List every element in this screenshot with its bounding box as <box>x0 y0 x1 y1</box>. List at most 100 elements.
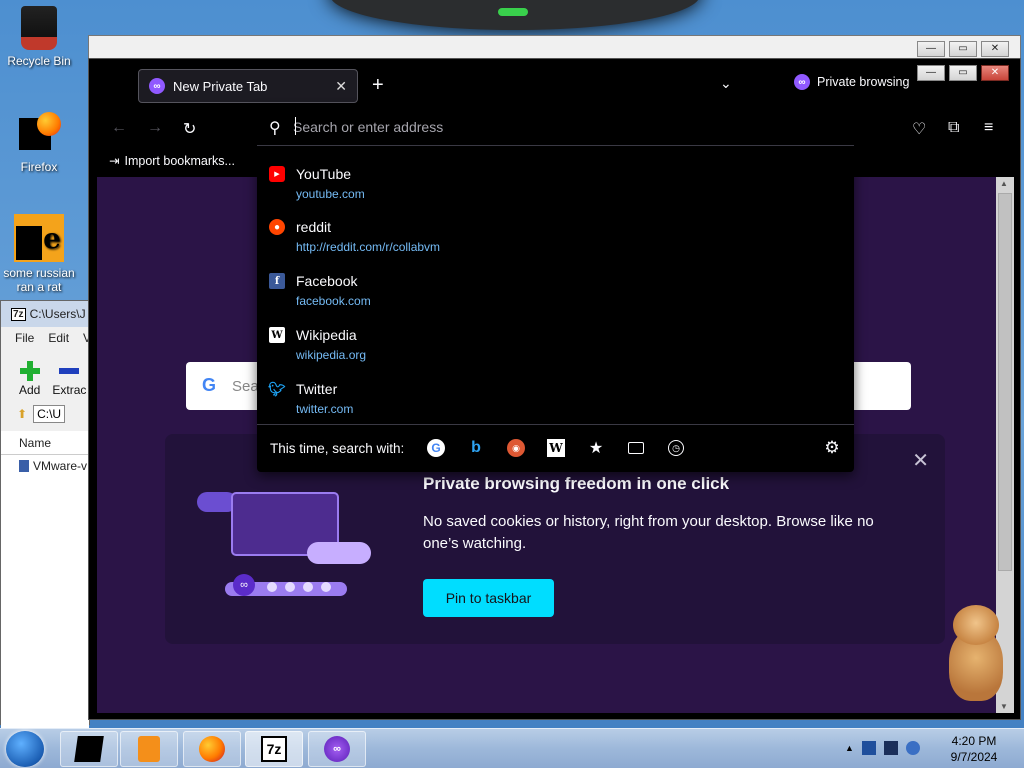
7zip-icon: 7z <box>261 736 287 762</box>
media-player-icon <box>138 736 160 762</box>
desktop-gadget <box>330 0 700 30</box>
add-icon <box>19 361 40 381</box>
7zip-titlebar[interactable]: 7z C:\Users\J <box>1 301 89 327</box>
bookmarks-star-icon[interactable]: ★ <box>587 439 605 457</box>
desktop-icon-recycle-bin[interactable]: Recycle Bin <box>0 6 78 68</box>
maximize-icon[interactable]: ▭ <box>949 41 977 57</box>
window-controls: — ▭ ✕ <box>917 41 1009 57</box>
bing-icon[interactable]: b <box>467 439 485 457</box>
clock-time: 4:20 PM <box>951 734 997 748</box>
gear-icon[interactable]: ⚙ <box>823 438 841 457</box>
window-controls: — ▭ ✕ <box>917 65 1009 81</box>
reload-icon[interactable]: ↻ <box>183 119 196 139</box>
reddit-icon: ● <box>269 219 285 235</box>
minimize-icon[interactable]: — <box>917 65 945 81</box>
firefox-icon <box>19 112 61 156</box>
extensions-icon[interactable]: ⧉ <box>948 119 959 137</box>
address-input[interactable] <box>293 116 833 138</box>
new-tab-button[interactable]: + <box>372 74 384 97</box>
terminal-icon <box>74 736 104 762</box>
list-item[interactable]: VMware-v <box>19 459 89 473</box>
suggestion-url: facebook.com <box>296 294 371 308</box>
close-icon[interactable]: ✕ <box>912 448 929 473</box>
suggestion-twitter[interactable]: 🐦︎ Twitter twitter.com <box>257 375 854 425</box>
desktop-icon-label: Recycle Bin <box>7 54 71 68</box>
file-icon: e <box>14 214 64 262</box>
close-icon[interactable]: ✕ <box>335 78 347 95</box>
path-field[interactable]: C:\U <box>33 405 66 423</box>
scrollbar-thumb[interactable] <box>998 193 1012 571</box>
forward-icon[interactable]: → <box>147 119 163 137</box>
taskbar-app-private-browsing[interactable]: ∞ <box>308 731 366 767</box>
start-button[interactable] <box>6 731 44 767</box>
wikipedia-icon[interactable]: W <box>547 439 565 457</box>
chevron-down-icon[interactable]: ⌄ <box>720 75 732 92</box>
close-icon[interactable]: ✕ <box>981 41 1009 57</box>
extract-button[interactable]: Extrac <box>52 361 86 397</box>
search-engine-bar: This time, search with: G b ◉ W ★ ◷ ⚙ <box>257 424 854 472</box>
volume-icon[interactable] <box>905 741 920 755</box>
suggestion-url: twitter.com <box>296 402 354 416</box>
7zip-toolbar: Add Extrac <box>1 349 89 397</box>
import-bookmarks-label: Import bookmarks... <box>124 153 235 168</box>
menu-file[interactable]: File <box>15 331 34 345</box>
add-button[interactable]: Add <box>19 361 40 397</box>
promo-body: No saved cookies or history, right from … <box>423 513 874 552</box>
extract-label: Extrac <box>52 383 87 397</box>
google-icon[interactable]: G <box>427 439 445 457</box>
network-icon[interactable] <box>883 741 898 755</box>
private-mask-icon: ∞ <box>794 74 810 90</box>
clock[interactable]: 4:20 PM 9/7/2024 <box>940 733 1008 765</box>
urlbar-dropdown: ⚲ ▶ YouTube youtube.com ● reddit http://… <box>257 108 854 472</box>
back-icon[interactable]: ← <box>111 119 127 137</box>
suggestion-title: Facebook <box>296 273 358 289</box>
taskbar-app-7zip[interactable]: 7z <box>245 731 303 767</box>
suggestion-title: reddit <box>296 219 332 235</box>
import-bookmarks-button[interactable]: ⇥ Import bookmarks... <box>109 153 235 169</box>
firefox-icon <box>199 736 225 762</box>
menu-edit[interactable]: Edit <box>48 331 69 345</box>
private-browsing-label: Private browsing <box>817 75 910 89</box>
maximize-icon[interactable]: ▭ <box>949 65 977 81</box>
facebook-icon: f <box>269 273 285 289</box>
history-icon[interactable]: ◷ <box>668 440 684 456</box>
desktop-icon-label: Firefox <box>20 160 58 174</box>
youtube-icon: ▶ <box>269 166 285 182</box>
taskbar-app-firefox[interactable] <box>183 731 241 767</box>
private-mask-icon: ∞ <box>233 574 255 596</box>
suggestion-facebook[interactable]: f Facebook facebook.com <box>257 267 854 317</box>
minimize-icon[interactable]: — <box>917 41 945 57</box>
7zip-window[interactable]: 7z C:\Users\J File Edit V Add Extrac ⬆ C… <box>0 300 91 735</box>
desktop-icon-firefox[interactable]: Firefox <box>0 112 78 174</box>
pocket-icon[interactable]: ♡ <box>912 119 926 139</box>
close-icon[interactable]: ✕ <box>981 65 1009 81</box>
suggestion-youtube[interactable]: ▶ YouTube youtube.com <box>257 160 854 210</box>
taskbar-app-terminal[interactable] <box>60 731 118 767</box>
menu-icon[interactable]: ≡ <box>984 119 993 137</box>
private-mask-icon: ∞ <box>324 736 350 762</box>
urlbar[interactable]: ⚲ <box>257 108 854 146</box>
extract-icon <box>59 368 80 374</box>
taskbar-app-media-player[interactable] <box>120 731 178 767</box>
suggestion-reddit[interactable]: ● reddit http://reddit.com/r/collabvm <box>257 213 854 263</box>
7zip-icon: 7z <box>11 307 26 321</box>
promo-illustration: ∞ <box>197 492 377 612</box>
tray-app-icon[interactable] <box>861 741 876 755</box>
import-icon: ⇥ <box>109 154 120 168</box>
wikipedia-icon: W <box>269 327 285 343</box>
duckduckgo-icon[interactable]: ◉ <box>507 439 525 457</box>
7zip-title: C:\Users\J <box>29 307 86 321</box>
taskbar: 7z ∞ ▲ 4:20 PM 9/7/2024 <box>0 728 1024 768</box>
pin-to-taskbar-button[interactable]: Pin to taskbar <box>423 579 554 617</box>
desktop-icon-rat[interactable]: e some russian ran a rat <box>0 214 78 294</box>
7zip-menubar: File Edit V <box>1 327 91 349</box>
column-header-name[interactable]: Name <box>1 431 89 455</box>
suggestion-title: YouTube <box>296 166 352 182</box>
tab-title: New Private Tab <box>173 78 268 94</box>
tab-bar: ∞ New Private Tab ✕ + ⌄ ∞ Private browsi… <box>89 59 1020 111</box>
suggestion-wikipedia[interactable]: W Wikipedia wikipedia.org <box>257 321 854 371</box>
show-hidden-icons-icon[interactable]: ▲ <box>845 743 854 753</box>
folder-up-icon[interactable]: ⬆ <box>17 407 27 421</box>
tabs-icon[interactable] <box>628 442 644 454</box>
tab-new-private[interactable]: ∞ New Private Tab ✕ <box>138 69 358 103</box>
